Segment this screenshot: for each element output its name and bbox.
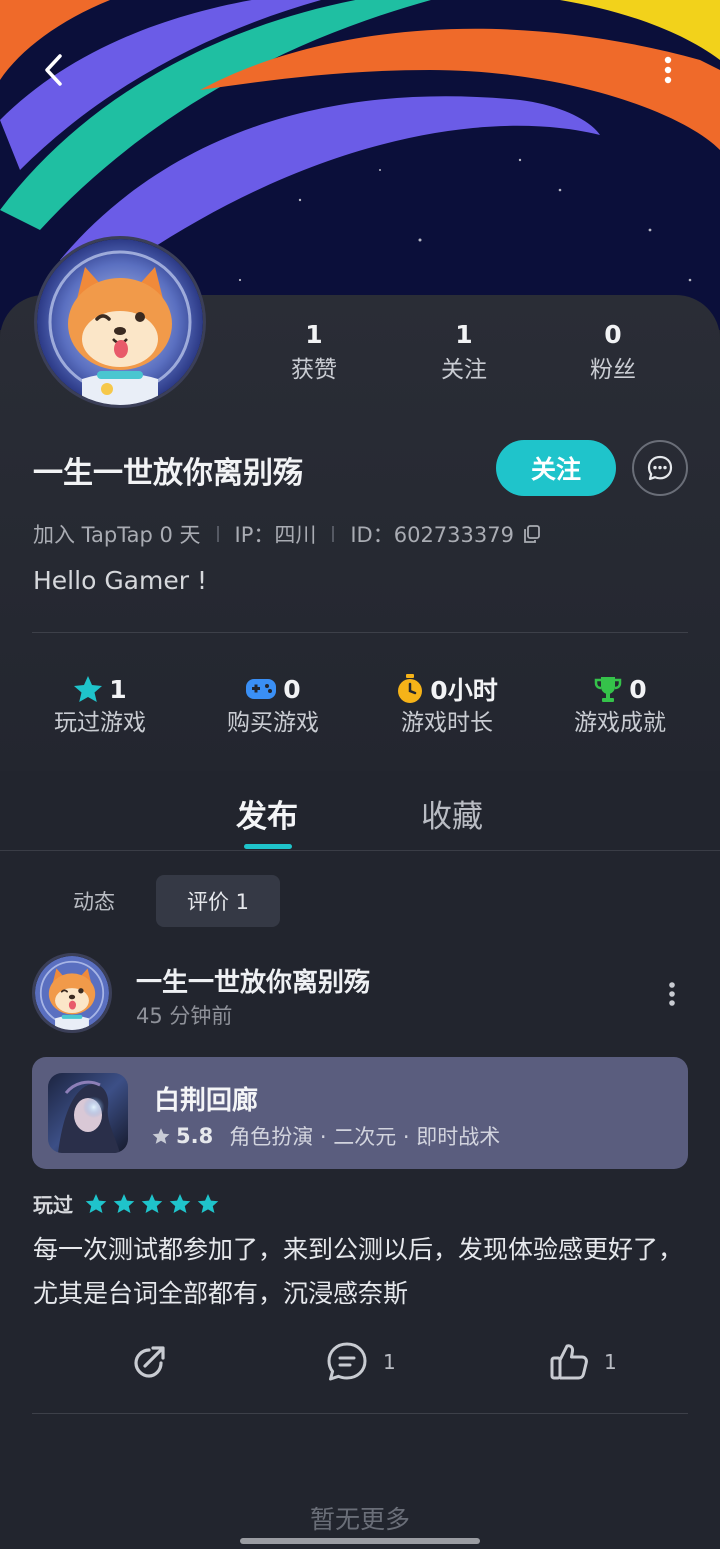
profile-username: 一生一世放你离别殇 xyxy=(33,456,303,491)
stat-followers-label: 粉丝 xyxy=(590,357,636,383)
post-username[interactable]: 一生一世放你离别殇 xyxy=(136,962,370,999)
comment-button[interactable]: 1 xyxy=(325,1340,396,1384)
star-icon xyxy=(141,1193,163,1213)
copy-icon[interactable] xyxy=(522,524,542,544)
meta-separator xyxy=(216,526,219,542)
star-icon xyxy=(152,1128,170,1144)
share-icon xyxy=(134,1346,165,1378)
comment-icon xyxy=(327,1342,367,1381)
meta-separator xyxy=(332,526,335,542)
more-vertical-icon xyxy=(669,982,675,1006)
divider xyxy=(32,632,688,633)
game-stat-playtime-label: 游戏时长 xyxy=(401,710,493,736)
chat-bubble-icon xyxy=(647,455,673,481)
gamepad-icon xyxy=(246,679,277,699)
played-rating: 玩过 xyxy=(33,1188,219,1218)
game-stat-achievements-value: 0 xyxy=(629,674,647,704)
ip-location: IP：四川 xyxy=(234,523,317,547)
review-text[interactable]: 每一次测试都参加了，来到公测以后，发现体验感更好了，尤其是台词全部都有，沉浸感奈… xyxy=(33,1228,693,1316)
post-avatar[interactable] xyxy=(32,953,112,1033)
stat-likes-value: 1 xyxy=(305,320,323,349)
game-stat-played-label: 玩过游戏 xyxy=(54,710,146,736)
divider xyxy=(32,1413,688,1414)
more-options-button[interactable] xyxy=(642,44,694,96)
post-timestamp: 45 分钟前 xyxy=(136,1004,233,1028)
star-icon xyxy=(85,1193,107,1213)
star-icon xyxy=(169,1193,191,1213)
game-stat-played[interactable]: 1 玩过游戏 xyxy=(15,672,185,740)
trophy-icon xyxy=(595,677,622,702)
home-indicator[interactable] xyxy=(240,1538,480,1544)
post-more-button[interactable] xyxy=(656,976,688,1012)
star-icon xyxy=(113,1193,135,1213)
game-stat-purchased-value: 0 xyxy=(283,674,301,704)
game-tags: 角色扮演 · 二次元 · 即时战术 xyxy=(229,1125,501,1149)
stat-following-value: 1 xyxy=(455,320,473,349)
game-stat-playtime-value: 0小时 xyxy=(430,676,498,705)
subtab-reviews[interactable]: 评价 1 xyxy=(156,875,280,927)
tab-favorites[interactable]: 收藏 xyxy=(421,791,483,836)
follow-button[interactable]: 关注 xyxy=(496,440,616,496)
game-meta: 5.8 角色扮演 · 二次元 · 即时战术 xyxy=(152,1121,500,1151)
stat-likes-label: 获赞 xyxy=(291,357,337,383)
star-icon xyxy=(197,1193,219,1213)
profile-meta: 加入 TapTap 0 天 IP：四川 ID：602733379 xyxy=(33,518,542,550)
stat-following-label: 关注 xyxy=(441,357,487,383)
share-button[interactable] xyxy=(128,1340,170,1384)
stat-following[interactable]: 1 关注 xyxy=(404,318,524,388)
game-stat-achievements[interactable]: 0 游戏成就 xyxy=(535,672,705,740)
star-icon xyxy=(74,676,103,702)
profile-bio: Hello Gamer ! xyxy=(33,566,207,595)
tab-active-indicator xyxy=(244,844,292,849)
chevron-left-icon xyxy=(45,54,62,86)
user-id: ID：602733379 xyxy=(350,523,514,547)
subtab-moments[interactable]: 动态 xyxy=(48,875,140,927)
tab-publish[interactable]: 发布 xyxy=(236,791,298,836)
content-tabs: 发布 收藏 xyxy=(0,771,720,851)
rating-stars xyxy=(85,1193,219,1214)
game-card[interactable]: 白荆回廊 5.8 角色扮演 · 二次元 · 即时战术 xyxy=(32,1057,688,1169)
thumbs-up-icon xyxy=(550,1344,588,1380)
game-stat-playtime[interactable]: 0小时 游戏时长 xyxy=(362,672,532,740)
more-vertical-icon xyxy=(664,56,672,84)
stat-followers[interactable]: 0 粉丝 xyxy=(553,318,673,388)
game-stat-played-value: 1 xyxy=(109,674,127,704)
game-stat-purchased-label: 购买游戏 xyxy=(227,710,319,736)
game-stat-achievements-label: 游戏成就 xyxy=(574,710,666,736)
profile-stats: 1 获赞 1 关注 0 粉丝 xyxy=(0,318,720,398)
no-more-text: 暂无更多 xyxy=(309,1505,410,1534)
game-title: 白荆回廊 xyxy=(154,1086,259,1116)
like-count: 1 xyxy=(604,1350,617,1374)
played-label: 玩过 xyxy=(33,1192,73,1217)
game-icon xyxy=(48,1073,128,1153)
like-button[interactable]: 1 xyxy=(548,1340,617,1384)
join-days: 加入 TapTap 0 天 xyxy=(33,523,201,547)
message-button[interactable] xyxy=(632,440,688,496)
comment-count: 1 xyxy=(383,1350,396,1374)
game-score: 5.8 xyxy=(176,1124,214,1148)
stopwatch-icon xyxy=(398,674,423,703)
stat-likes[interactable]: 1 获赞 xyxy=(254,318,374,388)
back-button[interactable] xyxy=(28,44,80,96)
stat-followers-value: 0 xyxy=(604,320,622,349)
game-stat-purchased[interactable]: 0 购买游戏 xyxy=(188,672,358,740)
